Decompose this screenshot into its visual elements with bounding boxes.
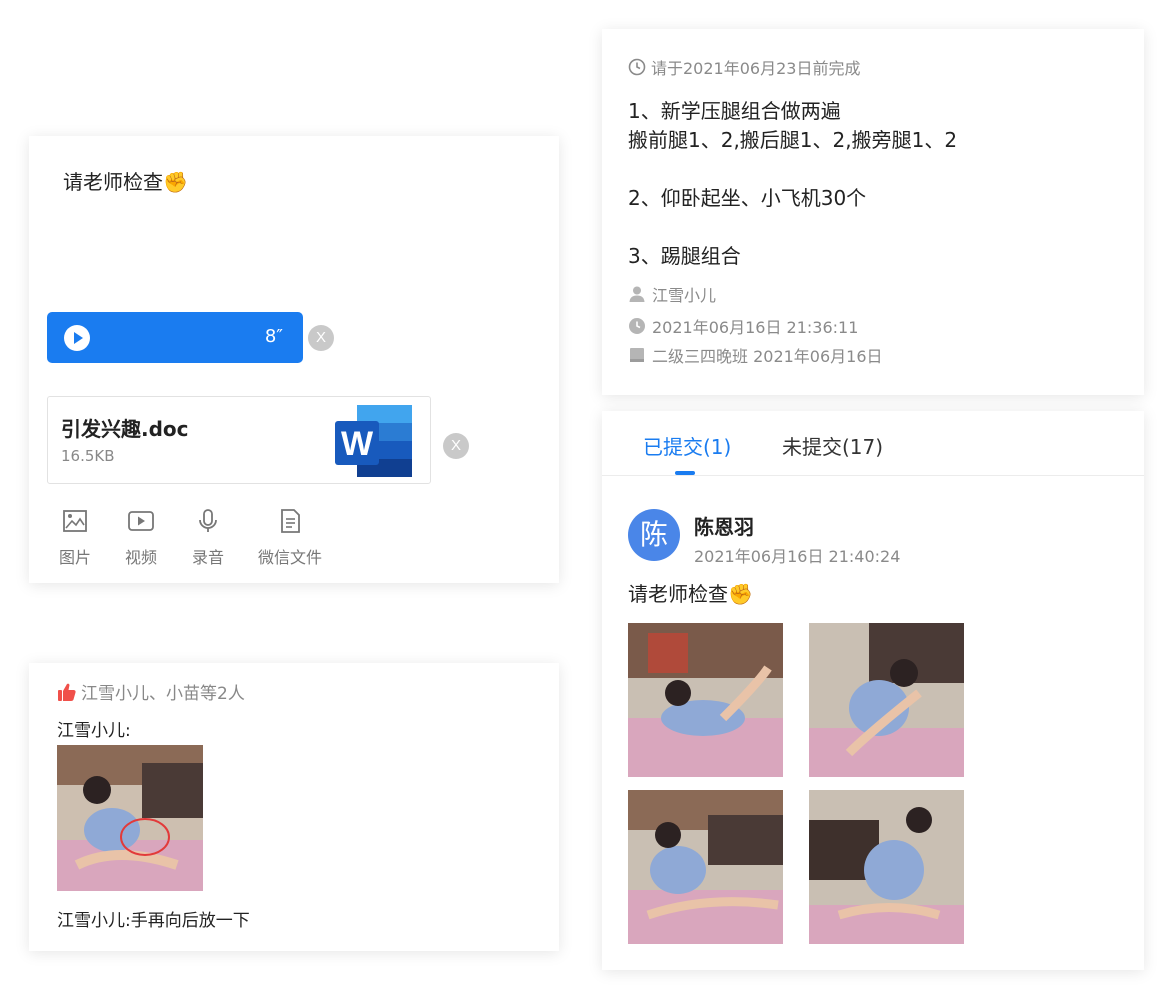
annotated-photo-image <box>57 745 203 891</box>
toolbar-wechat-file-button[interactable]: 微信文件 <box>258 508 322 568</box>
homework-card: 请于2021年06月23日前完成 1、新学压腿组合做两遍 搬前腿1、2,搬后腿1… <box>602 29 1144 395</box>
word-doc-icon: W <box>335 405 412 477</box>
class-row: 二级三四晚班 2021年06月16日 <box>628 343 883 367</box>
homework-line: 3、踢腿组合 <box>628 244 741 268</box>
comment-annotated-photo[interactable] <box>57 745 203 891</box>
due-date-row: 请于2021年06月23日前完成 <box>628 55 860 79</box>
document-icon <box>281 509 300 533</box>
created-time-row: 2021年06月16日 21:36:11 <box>628 314 858 338</box>
submission-photo-2[interactable] <box>809 623 964 777</box>
file-attachment[interactable]: 引发兴趣.doc 16.5KB W <box>47 396 431 484</box>
thumbs-up-icon <box>58 683 76 701</box>
submission-text: 请老师检查✊ <box>628 582 753 606</box>
person-icon <box>629 286 645 302</box>
student-name: 陈恩羽 <box>694 515 754 539</box>
comment-author: 江雪小儿: <box>57 721 131 741</box>
comment-card: 江雪小儿、小苗等2人 江雪小儿: 江雪小儿:手再向后放一下 <box>29 663 559 951</box>
compose-card: 请老师检查✊ 8″ X 引发兴趣.doc 16.5KB W X 图片 视频 录音… <box>29 136 559 583</box>
likes-text: 江雪小儿、小苗等2人 <box>81 684 245 704</box>
toolbar-wechat-file-label: 微信文件 <box>258 548 323 567</box>
homework-line: 搬前腿1、2,搬后腿1、2,搬旁腿1、2 <box>628 128 958 152</box>
likes-row[interactable]: 江雪小儿、小苗等2人 <box>57 679 245 704</box>
submission-time: 2021年06月16日 21:40:24 <box>694 547 901 566</box>
homework-content: 1、新学压腿组合做两遍 搬前腿1、2,搬后腿1、2,搬旁腿1、2 2、仰卧起坐、… <box>628 97 957 271</box>
toolbar-record-label: 录音 <box>192 548 225 567</box>
photo-image <box>809 790 964 944</box>
audio-duration: 8″ <box>264 326 283 347</box>
toolbar-image-label: 图片 <box>59 548 92 567</box>
submission-photo-3[interactable] <box>628 790 783 944</box>
file-name: 引发兴趣.doc <box>61 417 189 441</box>
compose-text[interactable]: 请老师检查✊ <box>63 166 188 195</box>
clock-filled-icon <box>629 318 645 334</box>
photo-image <box>628 623 783 777</box>
microphone-icon <box>199 509 217 532</box>
toolbar-record-button[interactable]: 录音 <box>192 508 224 568</box>
teacher-name: 江雪小儿 <box>652 286 717 305</box>
avatar[interactable]: 陈 <box>628 509 680 561</box>
toolbar-video-label: 视频 <box>125 548 158 567</box>
photo-image <box>628 790 783 944</box>
play-icon[interactable] <box>64 325 90 351</box>
file-size: 16.5KB <box>61 447 115 465</box>
remove-file-button[interactable]: X <box>443 433 469 459</box>
video-icon <box>128 511 154 531</box>
class-name: 二级三四晚班 2021年06月16日 <box>652 347 883 366</box>
photo-image <box>809 623 964 777</box>
toolbar-video-button[interactable]: 视频 <box>125 508 157 568</box>
submission-photo-1[interactable] <box>628 623 783 777</box>
tab-submitted[interactable]: 已提交(1) <box>643 431 731 460</box>
remove-audio-button[interactable]: X <box>308 325 334 351</box>
submission-tabs: 已提交(1) 未提交(17) <box>602 411 1144 476</box>
toolbar-image-button[interactable]: 图片 <box>59 508 91 568</box>
comment-text: 江雪小儿:手再向后放一下 <box>57 911 250 931</box>
submissions-card: 已提交(1) 未提交(17) 陈 陈恩羽 2021年06月16日 21:40:2… <box>602 411 1144 970</box>
active-tab-indicator <box>675 471 695 475</box>
homework-line: 2、仰卧起坐、小飞机30个 <box>628 186 867 210</box>
homework-line: 1、新学压腿组合做两遍 <box>628 99 841 123</box>
created-time: 2021年06月16日 21:36:11 <box>652 318 859 337</box>
audio-message-bar[interactable]: 8″ <box>47 312 303 363</box>
due-date-text: 请于2021年06月23日前完成 <box>651 59 861 78</box>
svg-text:W: W <box>341 425 374 463</box>
tab-not-submitted[interactable]: 未提交(17) <box>782 431 883 460</box>
book-icon <box>630 348 644 362</box>
clock-icon <box>628 58 646 76</box>
teacher-row: 江雪小儿 <box>628 282 716 306</box>
submission-photo-4[interactable] <box>809 790 964 944</box>
image-icon <box>63 510 87 532</box>
